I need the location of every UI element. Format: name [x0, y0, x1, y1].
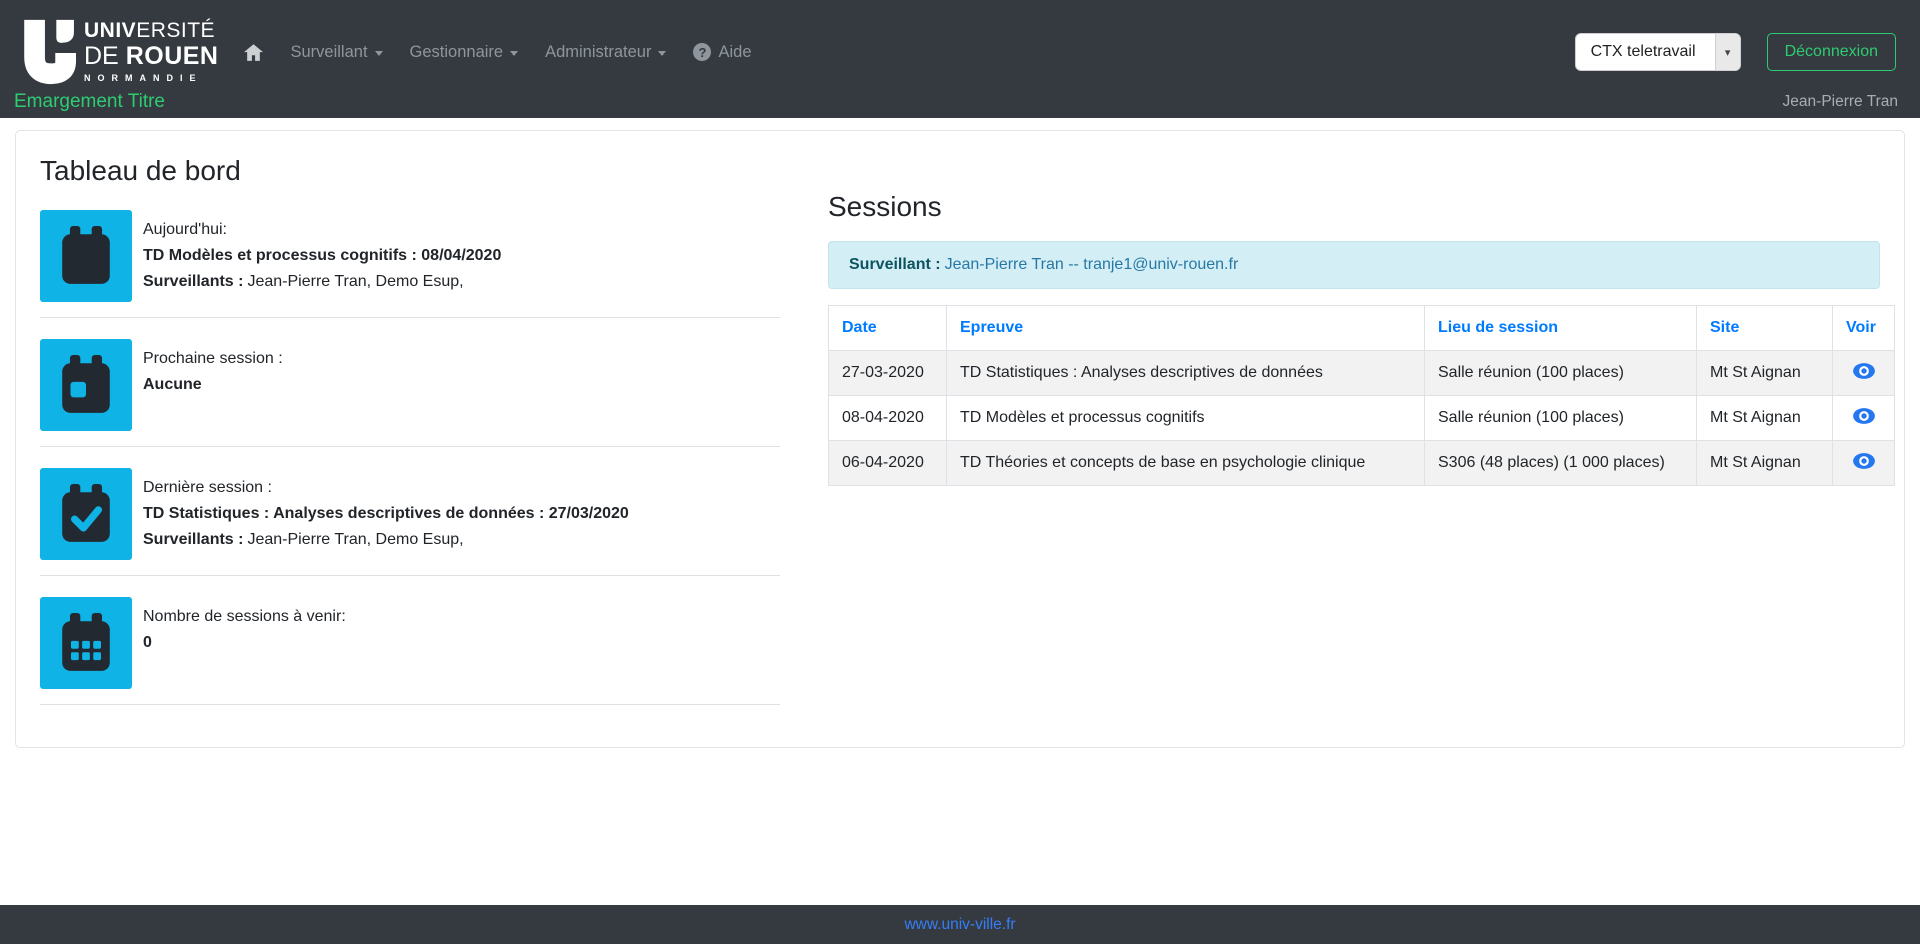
dashboard-column: Tableau de bord Aujourd'hui: TD Modèles … — [40, 147, 780, 721]
select-arrow-icon: ▾ — [1715, 34, 1740, 70]
nav-links: Surveillant Gestionnaire Administrateur … — [244, 43, 751, 62]
eye-icon — [1852, 407, 1876, 428]
nav-dropdown-gestionnaire[interactable]: Gestionnaire — [410, 43, 519, 62]
view-session-button[interactable] — [1852, 362, 1876, 383]
card-intro: Dernière session : — [143, 475, 629, 501]
header-date[interactable]: Date — [829, 306, 947, 351]
card-surveillants: Surveillants :Jean-Pierre Tran, Demo Esu… — [143, 269, 501, 295]
table-row: 08-04-2020 TD Modèles et processus cogni… — [829, 396, 1895, 441]
sessions-table: Date Epreuve Lieu de session Site Voir 2… — [828, 305, 1895, 486]
navbar: UNIVERSITÉ DE ROUEN NORMANDIE Surveillan… — [0, 0, 1920, 118]
header-voir[interactable]: Voir — [1833, 306, 1895, 351]
brand-line1-bold: UNIV — [84, 19, 136, 42]
card-headline: TD Statistiques : Analyses descriptives … — [143, 501, 629, 527]
context-select-value: CTX teletravail — [1576, 34, 1715, 70]
table-header-row: Date Epreuve Lieu de session Site Voir — [829, 306, 1895, 351]
cell-date: 06-04-2020 — [829, 441, 947, 486]
nav-label-gestionnaire: Gestionnaire — [410, 43, 504, 62]
home-link[interactable] — [244, 44, 263, 61]
cell-epreuve: TD Modèles et processus cognitifs — [947, 396, 1425, 441]
university-logo[interactable]: UNIVERSITÉ DE ROUEN NORMANDIE — [18, 16, 218, 93]
view-session-button[interactable] — [1852, 452, 1876, 473]
chevron-down-icon — [510, 51, 518, 56]
calendar-icon — [40, 210, 132, 302]
alert-label: Surveillant : — [849, 256, 941, 273]
cell-site: Mt St Aignan — [1697, 396, 1833, 441]
calendar-day-icon — [40, 339, 132, 431]
navbar-right: CTX teletravail ▾ Déconnexion — [1575, 33, 1902, 71]
footer-link[interactable]: www.univ-ville.fr — [904, 916, 1015, 934]
view-session-button[interactable] — [1852, 407, 1876, 428]
sessions-column: Sessions Surveillant :Jean-Pierre Tran -… — [828, 147, 1880, 486]
dashboard-card-next-session: Prochaine session : Aucune — [40, 334, 780, 447]
dashboard-card-upcoming-count: Nombre de sessions à venir: 0 — [40, 592, 780, 705]
card-headline: Aucune — [143, 372, 283, 398]
surveillant-info-alert: Surveillant :Jean-Pierre Tran -- tranje1… — [828, 241, 1880, 289]
table-row: 06-04-2020 TD Théories et concepts de ba… — [829, 441, 1895, 486]
calendar-check-icon — [40, 468, 132, 560]
cell-site: Mt St Aignan — [1697, 351, 1833, 396]
cell-date: 08-04-2020 — [829, 396, 947, 441]
question-circle-icon: ? — [693, 43, 711, 61]
calendar-alt-icon — [40, 597, 132, 689]
card-intro: Nombre de sessions à venir: — [143, 604, 346, 630]
cell-lieu: Salle réunion (100 places) — [1425, 351, 1697, 396]
nav-label-surveillant: Surveillant — [290, 43, 367, 62]
cell-lieu: Salle réunion (100 places) — [1425, 396, 1697, 441]
app-title: Emargement Titre — [14, 91, 165, 113]
page-title: Tableau de bord — [40, 155, 780, 187]
main-content: Tableau de bord Aujourd'hui: TD Modèles … — [0, 118, 1920, 905]
card-surveillants: Surveillants :Jean-Pierre Tran, Demo Esu… — [143, 527, 629, 553]
cell-date: 27-03-2020 — [829, 351, 947, 396]
footer: www.univ-ville.fr — [0, 905, 1920, 944]
cell-epreuve: TD Théories et concepts de base en psych… — [947, 441, 1425, 486]
nav-dropdown-administrateur[interactable]: Administrateur — [545, 43, 666, 62]
card-intro: Prochaine session : — [143, 346, 283, 372]
cell-lieu: S306 (48 places) (1 000 places) — [1425, 441, 1697, 486]
header-lieu-de-session[interactable]: Lieu de session — [1425, 306, 1697, 351]
sessions-title: Sessions — [828, 191, 1880, 223]
chevron-down-icon — [658, 51, 666, 56]
brand-line1-rest: ERSITÉ — [136, 19, 215, 42]
university-logo-text: UNIVERSITÉ DE ROUEN NORMANDIE — [84, 16, 218, 83]
brand-line2-bold: ROUEN — [126, 42, 219, 70]
university-logo-mark-icon — [18, 16, 76, 93]
dashboard-card-today: Aujourd'hui: TD Modèles et processus cog… — [40, 205, 780, 318]
dashboard-panel: Tableau de bord Aujourd'hui: TD Modèles … — [15, 130, 1905, 748]
dashboard-card-last-session: Dernière session : TD Statistiques : Ana… — [40, 463, 780, 576]
alert-value: Jean-Pierre Tran -- tranje1@univ-rouen.f… — [945, 256, 1239, 273]
header-epreuve[interactable]: Epreuve — [947, 306, 1425, 351]
logged-in-user-name: Jean-Pierre Tran — [1783, 93, 1898, 111]
chevron-down-icon — [375, 51, 383, 56]
header-site[interactable]: Site — [1697, 306, 1833, 351]
eye-icon — [1852, 362, 1876, 383]
nav-label-administrateur: Administrateur — [545, 43, 651, 62]
logout-button[interactable]: Déconnexion — [1767, 33, 1896, 71]
brand-line3: NORMANDIE — [84, 74, 218, 83]
home-icon — [244, 44, 263, 61]
context-select[interactable]: CTX teletravail ▾ — [1575, 33, 1741, 71]
brand-line2-light: DE — [84, 42, 126, 70]
card-headline: 0 — [143, 630, 346, 656]
eye-icon — [1852, 452, 1876, 473]
cell-epreuve: TD Statistiques : Analyses descriptives … — [947, 351, 1425, 396]
nav-dropdown-surveillant[interactable]: Surveillant — [290, 43, 382, 62]
cell-site: Mt St Aignan — [1697, 441, 1833, 486]
card-headline: TD Modèles et processus cognitifs : 08/0… — [143, 243, 501, 269]
card-intro: Aujourd'hui: — [143, 217, 501, 243]
table-row: 27-03-2020 TD Statistiques : Analyses de… — [829, 351, 1895, 396]
nav-label-aide: Aide — [718, 43, 751, 62]
nav-link-aide[interactable]: ? Aide — [693, 43, 751, 62]
